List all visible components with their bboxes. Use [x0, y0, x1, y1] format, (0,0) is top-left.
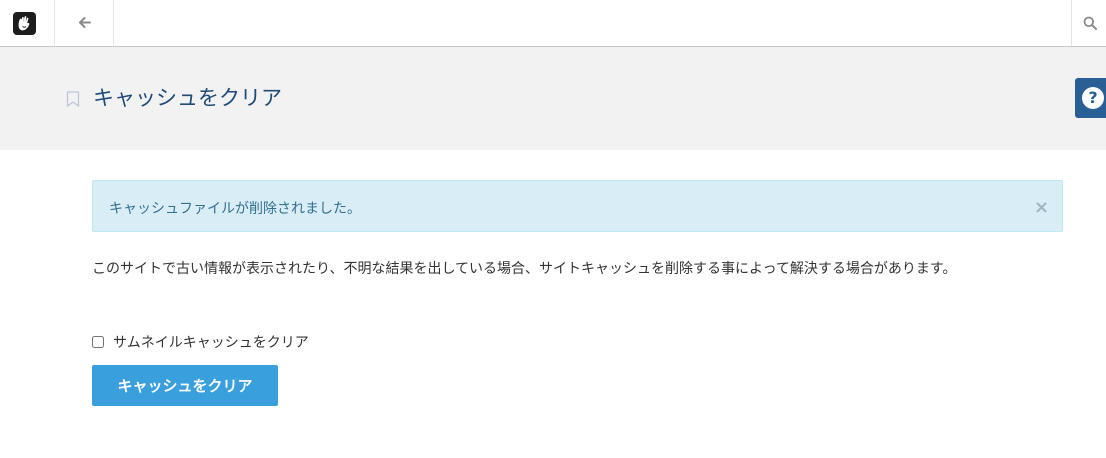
checkbox-label[interactable]: サムネイルキャッシュをクリア	[113, 333, 309, 353]
question-circle-icon: ?	[1082, 87, 1104, 109]
top-toolbar	[0, 0, 1106, 47]
search-button[interactable]	[1071, 0, 1106, 46]
clear-cache-button[interactable]: キャッシュをクリア	[92, 365, 278, 406]
page-title: キャッシュをクリア	[93, 86, 282, 110]
success-alert: キャッシュファイルが削除されました。 ×	[92, 180, 1063, 232]
bookmark-icon[interactable]	[66, 91, 80, 111]
back-button[interactable]	[55, 0, 114, 46]
concrete5-hand-logo-icon[interactable]	[13, 12, 36, 35]
help-button[interactable]: ?	[1075, 78, 1106, 118]
search-icon	[1083, 16, 1097, 30]
logo-cell[interactable]	[0, 0, 55, 46]
arrow-left-icon	[79, 17, 91, 28]
close-icon[interactable]: ×	[1034, 199, 1049, 217]
thumbnail-cache-checkbox[interactable]	[92, 336, 104, 348]
description-text: このサイトで古い情報が表示されたり、不明な結果を出している場合、サイトキャッシュ…	[92, 261, 957, 277]
alert-message: キャッシュファイルが削除されました。	[109, 201, 361, 217]
